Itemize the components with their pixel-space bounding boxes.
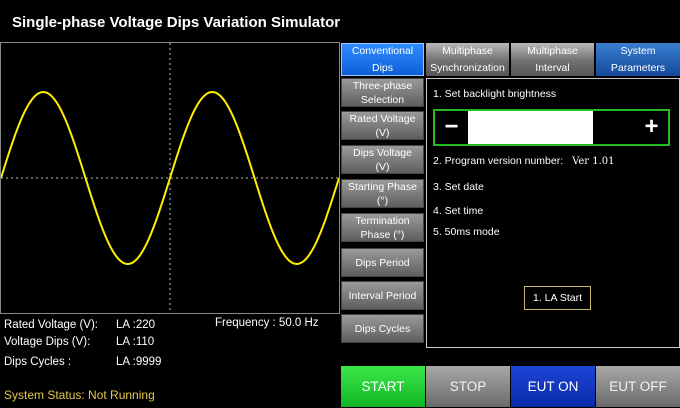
dips-cycles-label: Dips Cycles : [4,356,72,368]
starting-phase-button[interactable]: Starting Phase (°) [341,179,424,208]
tab-label-line1: Conventional [351,44,414,57]
brightness-increase-button[interactable]: + [635,111,668,144]
tab-label-line2: Dips [371,61,393,74]
brightness-level-bar[interactable] [468,111,593,144]
rated-voltage-value: LA :220 [116,319,156,331]
tab-label-line2: Interval [535,61,570,74]
tab-multiphase-synchronization[interactable]: Multiphase Synchronization [426,43,509,76]
tab-label-line1: Multiphase [442,44,493,57]
set-date-item[interactable]: 3. Set date [433,181,484,193]
button-label-line1: Termination [355,214,410,227]
program-version-text: 2. Program version number: [433,155,564,167]
eut-on-button[interactable]: EUT ON [511,366,595,407]
tab-multiphase-interval[interactable]: Multiphase Interval [511,43,594,76]
button-label-line1: Dips Cycles [354,322,411,335]
dips-cycles-value: LA :9999 [116,356,162,368]
rated-voltage-label: Rated Voltage (V): [4,319,98,331]
button-label-line1: Rated Voltage [349,112,416,125]
button-label-line2: (V) [375,126,390,139]
tab-conventional-dips[interactable]: Conventional Dips [341,43,424,76]
button-label-line1: Three-phase [352,79,413,92]
50ms-mode-item[interactable]: 5. 50ms mode [433,226,500,238]
eut-off-button[interactable]: EUT OFF [596,366,680,407]
program-version-label: 2. Program version number: Ver 1.01 [433,155,615,167]
termination-phase-button[interactable]: Termination Phase (°) [341,213,424,242]
waveform-display [0,42,340,314]
dips-cycles-button[interactable]: Dips Cycles [341,314,424,343]
stop-button[interactable]: STOP [426,366,510,407]
button-label-line2: Selection [360,93,405,106]
tab-label-line2: Parameters [610,61,666,74]
button-label-line2: (°) [376,194,389,207]
brightness-control[interactable]: − + [433,109,670,146]
button-label-line1: Interval Period [348,289,417,302]
voltage-dips-label: Voltage Dips (V): [4,336,91,348]
tab-label-line2: Synchronization [430,61,505,74]
tab-system-parameters[interactable]: System Parameters [596,43,680,76]
start-button[interactable]: START [341,366,425,407]
button-label-line1: Dips Period [355,256,410,269]
button-label-line1: Starting Phase [348,180,417,193]
program-version-value: Ver 1.01 [572,156,615,167]
backlight-brightness-label: 1. Set backlight brightness [433,88,557,100]
button-label-line2: Phase (°) [360,228,405,241]
interval-period-button[interactable]: Interval Period [341,281,424,310]
button-label-line1: Dips Voltage [353,146,412,159]
dips-period-button[interactable]: Dips Period [341,248,424,277]
dips-voltage-button[interactable]: Dips Voltage (V) [341,145,424,174]
waveform-svg [1,43,339,313]
brightness-decrease-button[interactable]: − [435,111,468,144]
voltage-dips-value: LA :110 [116,336,155,348]
la-start-button[interactable]: 1. LA Start [524,286,591,310]
three-phase-selection-button[interactable]: Three-phase Selection [341,78,424,107]
window-title: Single-phase Voltage Dips Variation Simu… [12,14,341,31]
tab-label-line1: Multiphase [527,44,578,57]
rated-voltage-button[interactable]: Rated Voltage (V) [341,111,424,140]
system-status: System Status: Not Running [4,388,155,402]
tab-label-line1: System [620,44,656,57]
button-label-line2: (V) [375,160,390,173]
frequency-readout: Frequency : 50.0 Hz [215,317,319,329]
set-time-item[interactable]: 4. Set time [433,205,483,217]
